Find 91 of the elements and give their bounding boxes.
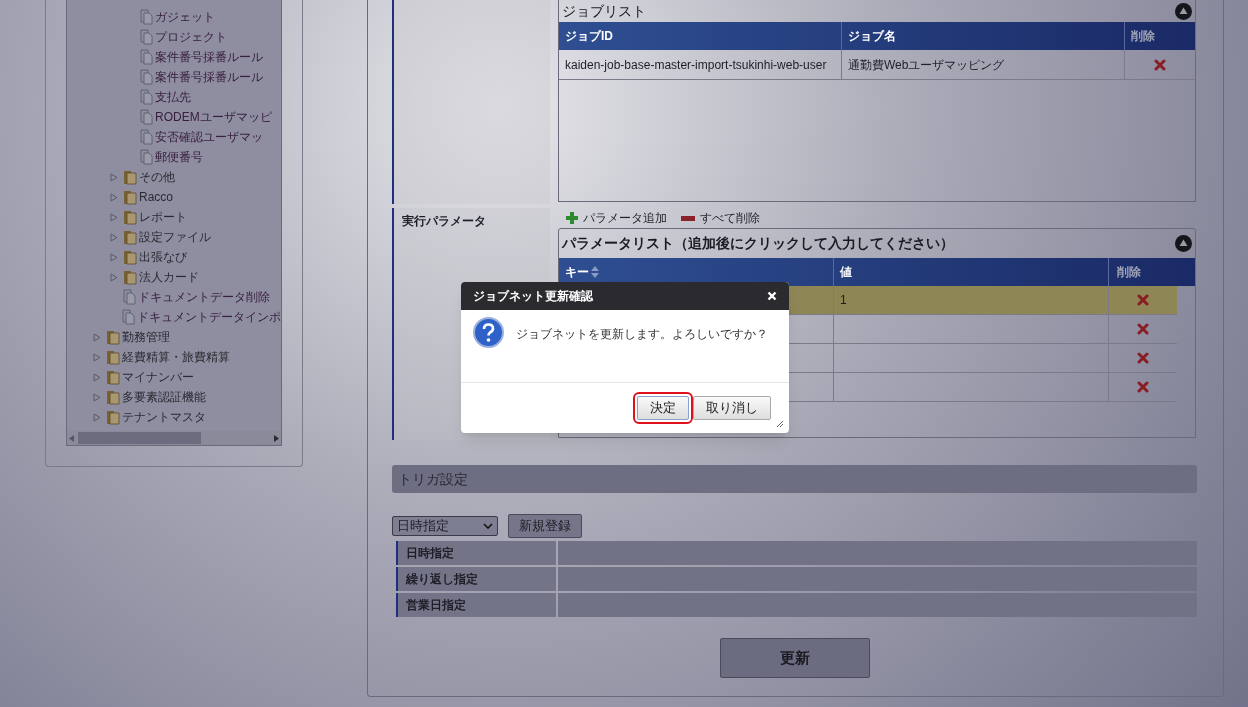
collapse-icon[interactable] [1175, 235, 1192, 252]
tree-item[interactable]: その他 [139, 168, 175, 186]
tree-item[interactable]: マイナンバー [122, 368, 194, 386]
tree-item[interactable]: 案件番号採番ルール [155, 68, 263, 86]
horizontal-scrollbar[interactable] [67, 431, 281, 445]
tree-item[interactable]: 支払先 [155, 88, 191, 106]
document-icon [140, 149, 153, 165]
document-icon [140, 29, 153, 45]
column-header: ジョブ名 [842, 22, 1125, 50]
document-icon [140, 49, 153, 65]
tree-item[interactable]: 法人カード [139, 268, 199, 286]
expand-arrow-icon[interactable] [93, 392, 101, 402]
folder-icon [106, 329, 120, 345]
panel-title: パラメータリスト（追加後にクリックして入力してください） [562, 234, 954, 253]
chevron-down-icon [483, 523, 493, 529]
tree-item[interactable]: Racco [139, 188, 173, 206]
document-icon [122, 309, 135, 325]
minus-icon [681, 215, 695, 221]
folder-icon [123, 249, 137, 265]
expand-arrow-icon[interactable] [110, 272, 118, 282]
column-header: 削除 [1116, 264, 1142, 281]
expand-arrow-icon[interactable] [93, 412, 101, 422]
tree-item[interactable]: 多要素認証機能 [122, 388, 206, 406]
folder-icon [123, 229, 137, 245]
collapse-icon[interactable] [1175, 2, 1192, 20]
scroll-right-icon[interactable] [274, 434, 279, 442]
table-cell: 通勤費Webユーザマッピング [842, 50, 1125, 79]
sort-icon[interactable] [591, 266, 599, 278]
tree-item[interactable]: 安否確認ユーザマッ [155, 128, 263, 146]
column-header: ジョブID [559, 22, 842, 50]
expand-arrow-icon[interactable] [110, 192, 118, 202]
folder-icon [123, 169, 137, 185]
new-registration-button[interactable]: 新規登録 [508, 514, 582, 538]
folder-icon [123, 209, 137, 225]
tree-item[interactable]: プロジェクト [155, 28, 227, 46]
remove-all-link[interactable]: すべて削除 [681, 209, 760, 227]
expand-arrow-icon[interactable] [110, 172, 118, 182]
dialog-button[interactable]: 取り消し [693, 396, 771, 420]
delete-icon[interactable] [1154, 58, 1166, 71]
expand-arrow-icon[interactable] [93, 372, 101, 382]
tree-item[interactable]: 経費精算・旅費精算 [122, 348, 230, 366]
delete-icon[interactable] [1137, 352, 1149, 364]
document-icon [140, 9, 153, 25]
document-icon [140, 69, 153, 85]
resize-grip-icon[interactable] [776, 420, 784, 428]
document-icon [140, 89, 153, 105]
table-cell-text: 1 [840, 292, 847, 309]
plus-icon [566, 212, 578, 224]
row-label: 日時指定 [406, 545, 454, 562]
delete-icon[interactable] [1137, 381, 1149, 393]
tree-item[interactable]: ドキュメントデータインポ [137, 308, 281, 326]
document-icon [140, 109, 153, 125]
folder-icon [123, 269, 137, 285]
folder-icon [106, 389, 120, 405]
add-parameter-link[interactable]: パラメータ追加 [566, 209, 667, 227]
delete-icon[interactable] [1137, 323, 1149, 335]
tree-item[interactable]: レポート [139, 208, 187, 226]
close-icon[interactable] [767, 291, 777, 301]
scroll-left-icon[interactable] [69, 434, 74, 442]
panel-title: ジョブリスト [562, 1, 646, 21]
tree-item[interactable]: 郵便番号 [155, 148, 203, 166]
folder-icon [106, 369, 120, 385]
tree-item[interactable]: ドキュメントデータ削除 [138, 288, 270, 306]
expand-arrow-icon[interactable] [110, 252, 118, 262]
expand-arrow-icon[interactable] [110, 212, 118, 222]
tree-item[interactable]: 勤務管理 [122, 328, 170, 346]
document-icon [123, 289, 136, 305]
expand-arrow-icon[interactable] [93, 332, 101, 342]
row-label: 営業日指定 [406, 597, 466, 614]
table-cell: kaiden-job-base-master-import-tsukinhi-web-user [559, 50, 842, 79]
section-header: トリガ設定 [392, 465, 1197, 493]
tree-item[interactable]: 案件番号採番ルール [155, 48, 263, 66]
delete-icon[interactable] [1137, 294, 1149, 306]
column-header: 削除 [1130, 28, 1156, 45]
question-icon [473, 317, 504, 348]
tree-item[interactable]: 出張なび [139, 248, 187, 266]
trigger-type-select[interactable]: 日時指定 [392, 516, 498, 536]
tree-item[interactable]: 設定ファイル [139, 228, 211, 246]
tree-item[interactable]: ガジェット [155, 8, 215, 26]
row-label: 実行パラメータ [402, 214, 486, 228]
folder-icon [106, 349, 120, 365]
update-button[interactable]: 更新 [719, 638, 870, 678]
folder-icon [123, 189, 137, 205]
folder-icon [106, 409, 120, 425]
dialog-message: ジョブネットを更新します。よろしいですか？ [516, 326, 768, 343]
expand-arrow-icon[interactable] [110, 232, 118, 242]
tree-item[interactable]: RODEMユーザマッピ [155, 108, 272, 126]
tree-item[interactable]: テナントマスタ [122, 408, 206, 426]
expand-arrow-icon[interactable] [93, 352, 101, 362]
row-label: 繰り返し指定 [406, 571, 478, 588]
document-icon [140, 129, 153, 145]
